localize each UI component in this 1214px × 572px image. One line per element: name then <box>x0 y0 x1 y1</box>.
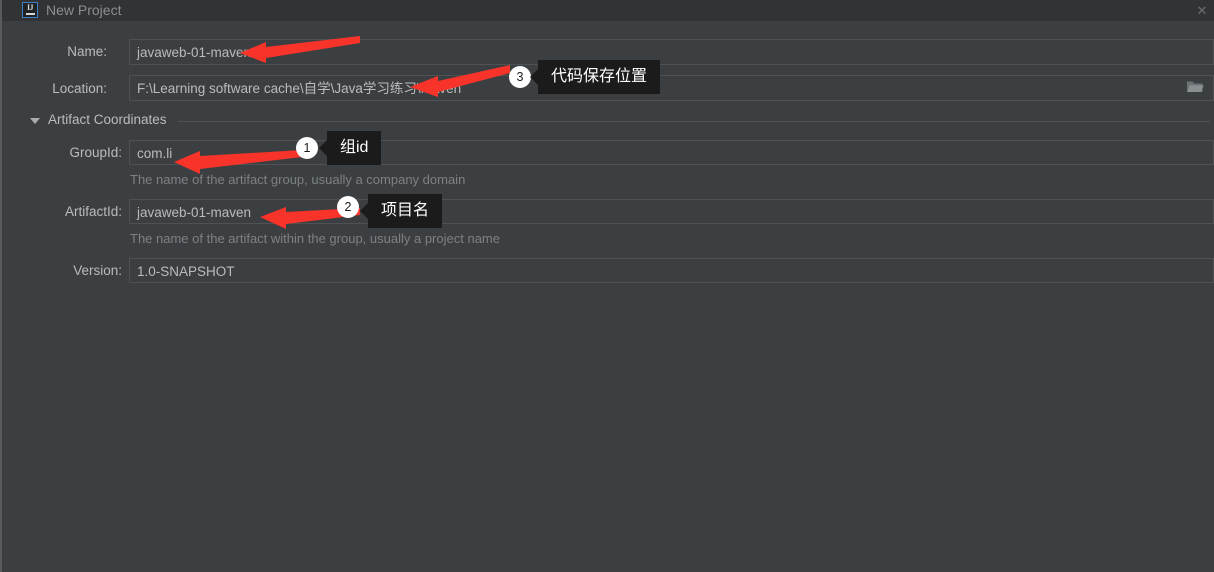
window-title: New Project <box>46 2 122 18</box>
groupid-input[interactable]: com.li <box>129 140 1214 165</box>
annotation-callout-3: 代码保存位置 <box>529 60 661 94</box>
section-divider <box>178 121 1210 122</box>
artifact-coordinates-section-header[interactable]: Artifact Coordinates <box>30 112 1210 130</box>
chevron-down-icon[interactable] <box>30 118 40 124</box>
intellij-idea-icon: IJ <box>22 2 38 18</box>
intellij-idea-icon-bar <box>25 13 35 15</box>
annotation-badge-3: 3 <box>509 66 531 88</box>
location-label: Location: <box>52 81 107 96</box>
close-icon[interactable]: ✕ <box>1192 2 1212 19</box>
groupid-hint: The name of the artifact group, usually … <box>130 172 466 187</box>
annotation-badge-1: 1 <box>296 137 318 159</box>
title-bar: IJ New Project ✕ <box>2 0 1214 21</box>
annotation-badge-2: 2 <box>337 196 359 218</box>
artifactid-input[interactable]: javaweb-01-maven <box>129 199 1214 224</box>
version-input[interactable]: 1.0-SNAPSHOT <box>129 258 1214 283</box>
folder-icon[interactable] <box>1187 80 1204 93</box>
name-input[interactable]: javaweb-01-maven <box>129 39 1214 65</box>
location-input[interactable]: F:\Learning software cache\自学\Java学习练习\M… <box>129 75 1214 101</box>
artifactid-label: ArtifactId: <box>64 204 122 219</box>
groupid-label: GroupId: <box>69 145 122 160</box>
annotation-callout-2: 项目名 <box>359 194 443 228</box>
artifact-coordinates-title: Artifact Coordinates <box>48 112 167 127</box>
annotation-callout-1: 组id <box>318 131 382 165</box>
artifactid-hint: The name of the artifact within the grou… <box>130 231 500 246</box>
intellij-idea-icon-text: IJ <box>26 3 34 12</box>
name-label: Name: <box>67 44 107 59</box>
new-project-dialog: IJ New Project ✕ Name: javaweb-01-maven … <box>0 0 1214 572</box>
version-label: Version: <box>73 263 122 278</box>
